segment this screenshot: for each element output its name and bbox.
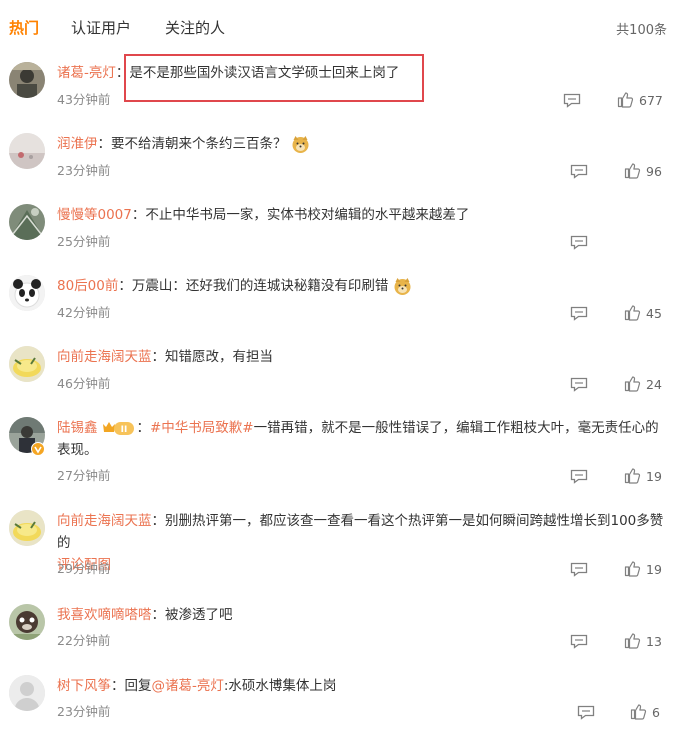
svg-text:II: II [120, 425, 127, 435]
comment-text: 不止中华书局一家，实体书校对编辑的水平越来越差了 [145, 207, 470, 223]
avatar[interactable] [9, 346, 45, 382]
like-icon[interactable] [624, 632, 641, 649]
timestamp: 46分钟前 [57, 376, 111, 391]
like-count: 19 [646, 562, 662, 577]
like-icon[interactable] [624, 304, 641, 321]
total-count: 共100条 [616, 23, 667, 38]
separator: ： [97, 136, 112, 152]
separator: ： [131, 207, 146, 223]
separator: ： [118, 278, 132, 294]
separator: ： [151, 349, 166, 365]
tab-verified-users[interactable]: 认证用户 [71, 17, 131, 38]
comment-text-continued: 表现。 [57, 442, 98, 458]
like-icon[interactable] [624, 560, 641, 577]
avatar[interactable] [9, 604, 45, 640]
timestamp: 25分钟前 [57, 234, 111, 249]
username[interactable]: 80后00前 [57, 278, 118, 294]
username[interactable]: 树下风筝 [57, 678, 111, 694]
reply-icon[interactable] [577, 705, 595, 720]
timestamp: 29分钟前 [57, 561, 111, 576]
username[interactable]: 诸葛-亮灯 [57, 65, 116, 81]
reply-icon[interactable] [570, 634, 588, 649]
highlight-annotation-box [124, 54, 424, 102]
reply-icon[interactable] [570, 164, 588, 179]
avatar[interactable] [9, 275, 45, 311]
separator: ： [151, 607, 166, 623]
like-count: 13 [646, 634, 662, 649]
comment-text: 要不给清朝来个条约三百条？ [111, 136, 287, 152]
doge-emoji-icon [394, 277, 411, 295]
comment-text: 一错再错，就不是一般性错误了，编辑工作粗枝大叶，毫无责任心的 [253, 420, 659, 436]
username[interactable]: 向前走海阔天蓝 [57, 513, 152, 529]
timestamp: 27分钟前 [57, 468, 111, 483]
tab-hot[interactable]: 热门 [9, 17, 39, 38]
like-count: 19 [646, 469, 662, 484]
like-icon[interactable] [630, 703, 647, 720]
like-count: 24 [646, 377, 662, 392]
like-icon[interactable] [617, 91, 634, 108]
reply-prefix: 回复 [124, 678, 152, 694]
like-icon[interactable] [624, 375, 641, 392]
reply-icon[interactable] [570, 562, 588, 577]
like-count: 45 [646, 306, 662, 321]
comment-text: 被渗透了吧 [165, 607, 233, 623]
separator: ： [111, 678, 125, 694]
comment-filter-tabs: 热门 认证用户 关注的人 共100条 [0, 0, 675, 56]
doge-emoji-icon [292, 135, 309, 153]
timestamp: 23分钟前 [57, 163, 111, 178]
timestamp: 23分钟前 [57, 704, 111, 719]
avatar[interactable] [9, 675, 45, 711]
like-icon[interactable] [624, 467, 641, 484]
like-count: 6 [652, 705, 660, 720]
username[interactable]: 我喜欢嘀嘀嗒嗒 [57, 607, 152, 623]
timestamp: 42分钟前 [57, 305, 111, 320]
comment-text: 知错愿改，有担当 [165, 349, 273, 365]
separator: ： [151, 513, 166, 529]
reply-icon[interactable] [570, 306, 588, 321]
vip-level-badge-icon: II [102, 421, 134, 435]
topic-hashtag-link[interactable]: #中华书局致歉# [150, 420, 254, 436]
timestamp: 22分钟前 [57, 633, 111, 648]
separator: ： [136, 420, 151, 436]
avatar[interactable] [9, 204, 45, 240]
timestamp: 43分钟前 [57, 92, 111, 107]
reply-icon[interactable] [570, 235, 588, 250]
username[interactable]: 陆锡鑫 [57, 420, 98, 436]
reply-icon[interactable] [563, 93, 581, 108]
reply-icon[interactable] [570, 469, 588, 484]
like-count: 96 [646, 164, 662, 179]
comment-text: 万震山：还好我们的连城诀秘籍没有印刷错 [131, 278, 389, 294]
like-icon[interactable] [624, 162, 641, 179]
reply-icon[interactable] [570, 377, 588, 392]
avatar[interactable] [9, 510, 45, 546]
comment-text: :水硕水博集体上岗 [223, 678, 337, 694]
avatar[interactable] [9, 62, 45, 98]
avatar[interactable] [9, 133, 45, 169]
username[interactable]: 慢慢等0007 [57, 207, 132, 223]
mention-link[interactable]: @诸葛-亮灯 [152, 678, 224, 694]
username[interactable]: 向前走海阔天蓝 [57, 349, 152, 365]
like-count: 677 [639, 93, 663, 108]
verified-badge-icon [31, 442, 45, 456]
tab-following[interactable]: 关注的人 [165, 17, 225, 38]
username[interactable]: 润淮伊 [57, 136, 98, 152]
